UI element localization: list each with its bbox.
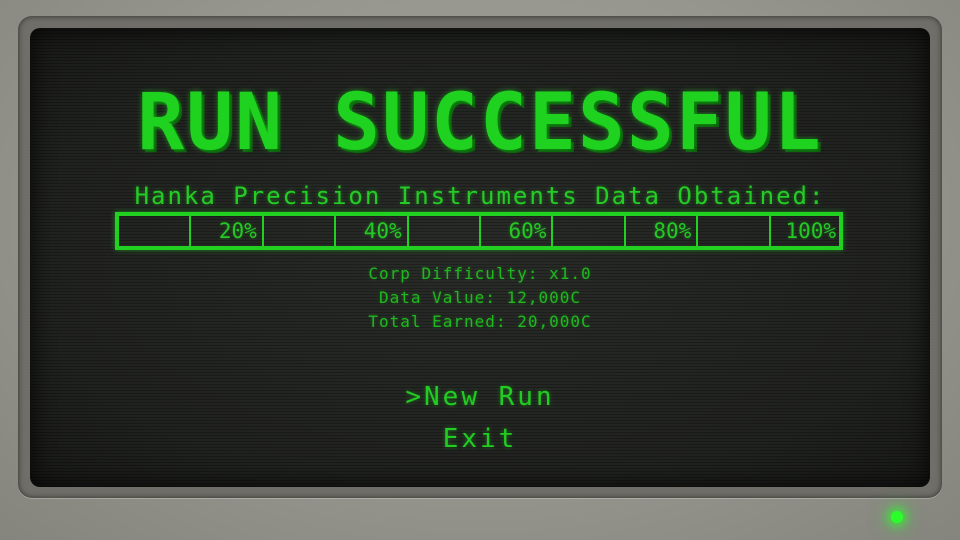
progress-segment — [119, 216, 192, 246]
data-value-text: Data Value: 12,000C — [378, 288, 582, 307]
power-led-icon — [891, 511, 903, 523]
corp-difficulty-text: Corp Difficulty: x1.0 — [368, 264, 592, 283]
progress-segment: 40% — [336, 216, 409, 246]
progress-segment — [409, 216, 482, 246]
monitor-bezel: RUN SUCCESSFUL Hanka Precision Instrumen… — [0, 0, 960, 540]
data-progress-bar: 20% 40% 60% 80% 100% — [115, 212, 843, 250]
exit-button[interactable]: Exit — [30, 418, 930, 460]
exit-label: Exit — [442, 424, 518, 454]
progress-segment: 20% — [191, 216, 264, 246]
page-title: RUN SUCCESSFUL — [137, 78, 823, 168]
crt-screen: RUN SUCCESSFUL Hanka Precision Instrumen… — [30, 28, 930, 487]
main-menu: >New Run Exit — [30, 376, 930, 460]
progress-segment — [553, 216, 626, 246]
progress-segment: 80% — [626, 216, 699, 246]
progress-segment — [264, 216, 337, 246]
menu-cursor-icon: > — [405, 382, 425, 412]
data-obtained-label: Hanka Precision Instruments Data Obtaine… — [134, 182, 826, 210]
progress-segment: 100% — [785, 219, 837, 243]
progress-segment — [698, 216, 771, 246]
new-run-button[interactable]: >New Run — [30, 376, 930, 418]
run-stats: Corp Difficulty: x1.0 Data Value: 12,000… — [30, 262, 930, 334]
total-earned-text: Total Earned: 20,000C — [368, 312, 592, 331]
progress-segment: 60% — [481, 216, 554, 246]
new-run-label: New Run — [424, 382, 555, 412]
